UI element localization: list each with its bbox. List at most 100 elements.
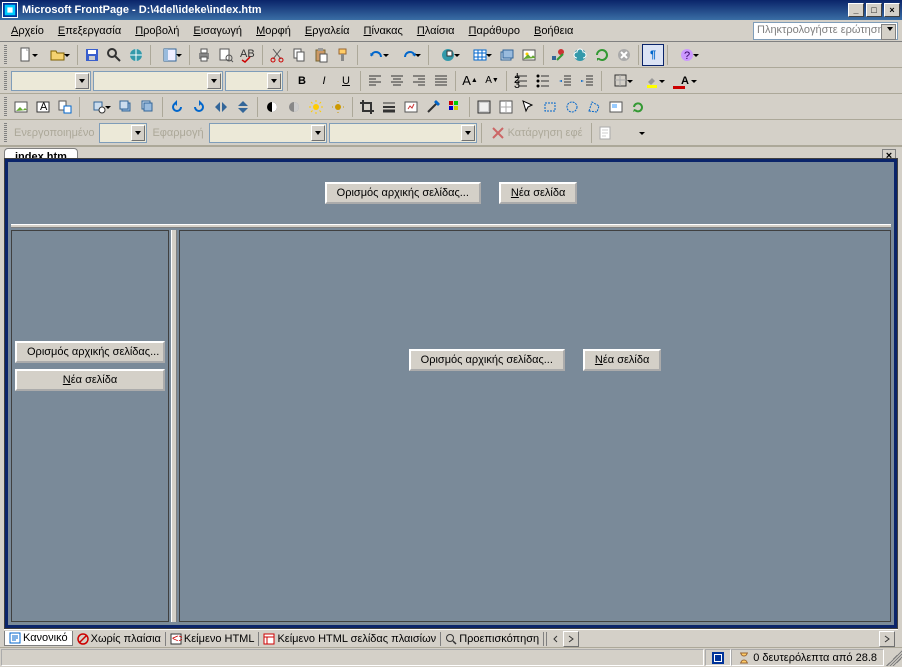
set-initial-page-button[interactable]: Ορισμός αρχικής σελίδας... (15, 341, 165, 363)
toggle-pane-button[interactable] (154, 44, 186, 66)
view-tab-no-frames[interactable]: Χωρίς πλαίσια (73, 632, 166, 646)
format-picture-button[interactable] (400, 96, 422, 118)
align-right-button[interactable] (408, 70, 430, 92)
dhtml-more-button[interactable] (617, 122, 649, 144)
undo-button[interactable] (361, 44, 393, 66)
search-button[interactable] (103, 44, 125, 66)
insert-table-button[interactable] (464, 44, 496, 66)
position-absolute-button[interactable] (83, 96, 115, 118)
highlight-button[interactable] (637, 70, 669, 92)
menu-table[interactable]: Πίνακας (357, 23, 410, 39)
menu-insert[interactable]: Εισαγωγή (186, 23, 249, 39)
open-button[interactable] (42, 44, 74, 66)
menu-view[interactable]: Προβολή (128, 23, 186, 39)
font-color-button[interactable]: A (669, 70, 701, 92)
style-combo[interactable] (11, 71, 91, 91)
toolbar-grip[interactable] (4, 45, 7, 65)
scroll-left-button[interactable] (549, 632, 563, 646)
numbered-list-button[interactable]: 123 (510, 70, 532, 92)
bevel-button[interactable] (473, 96, 495, 118)
frame-main[interactable]: Ορισμός αρχικής σελίδας... Νέα σελίδα (179, 230, 891, 622)
new-page-button[interactable]: Νέα σελίδα (15, 369, 165, 391)
hotspot-circle-button[interactable] (561, 96, 583, 118)
bring-forward-button[interactable] (115, 96, 137, 118)
insert-picture-button[interactable] (518, 44, 540, 66)
view-tab-preview[interactable]: Προεπισκόπηση (441, 632, 544, 646)
align-justify-button[interactable] (430, 70, 452, 92)
menu-window[interactable]: Παράθυρο (462, 23, 527, 39)
horizontal-splitter[interactable] (11, 224, 891, 228)
maximize-button[interactable]: □ (866, 3, 882, 17)
hotspot-polygon-button[interactable] (583, 96, 605, 118)
increase-indent-button[interactable] (576, 70, 598, 92)
scroll-right-end-button[interactable] (879, 631, 895, 647)
flip-horizontal-button[interactable] (210, 96, 232, 118)
enabled-combo[interactable] (99, 123, 147, 143)
show-all-button[interactable]: ¶ (642, 44, 664, 66)
menu-help[interactable]: Βοήθεια (527, 23, 580, 39)
borders-button[interactable] (605, 70, 637, 92)
color-button[interactable] (444, 96, 466, 118)
bullet-list-button[interactable] (532, 70, 554, 92)
publish-button[interactable] (125, 44, 147, 66)
decrease-font-button[interactable]: A▼ (481, 70, 503, 92)
highlight-dynamic-button[interactable] (595, 122, 617, 144)
frame-top[interactable]: Ορισμός αρχικής σελίδας... Νέα σελίδα (11, 165, 891, 221)
ask-question-box[interactable]: Πληκτρολογήστε ερώτηση (753, 22, 898, 40)
apply-combo[interactable] (209, 123, 327, 143)
web-component-button[interactable] (432, 44, 464, 66)
refresh-button[interactable] (591, 44, 613, 66)
more-brightness-button[interactable] (305, 96, 327, 118)
close-button[interactable]: × (884, 3, 900, 17)
insert-pic-file-button[interactable] (10, 96, 32, 118)
menu-frames[interactable]: Πλαίσια (410, 23, 462, 39)
hotspot-rect-button[interactable] (539, 96, 561, 118)
resample-button[interactable] (495, 96, 517, 118)
drawing-button[interactable] (547, 44, 569, 66)
remove-effect-icon[interactable]: Κατάργηση εφέ (485, 122, 588, 144)
menu-format[interactable]: Μορφή (249, 23, 298, 39)
frame-left[interactable]: Ορισμός αρχικής σελίδας... Νέα σελίδα (11, 230, 169, 622)
new-page-button[interactable]: Νέα σελίδα (583, 349, 661, 371)
stop-button[interactable] (613, 44, 635, 66)
line-style-button[interactable] (378, 96, 400, 118)
increase-font-button[interactable]: A▲ (459, 70, 481, 92)
rotate-right-button[interactable] (188, 96, 210, 118)
select-button[interactable] (517, 96, 539, 118)
less-contrast-button[interactable] (283, 96, 305, 118)
auto-thumbnail-button[interactable] (54, 96, 76, 118)
crop-button[interactable] (356, 96, 378, 118)
view-tab-html[interactable]: <> Κείμενο HTML (166, 632, 260, 646)
resize-grip[interactable] (886, 650, 902, 666)
menu-edit[interactable]: Επεξεργασία (51, 23, 128, 39)
decrease-indent-button[interactable] (554, 70, 576, 92)
view-tab-frames-html[interactable]: Κείμενο HTML σελίδας πλαισίων (259, 632, 441, 646)
spellcheck-button[interactable]: AB (237, 44, 259, 66)
highlight-hotspots-button[interactable] (605, 96, 627, 118)
toolbar-grip[interactable] (4, 71, 7, 91)
flip-vertical-button[interactable] (232, 96, 254, 118)
set-initial-page-button[interactable]: Ορισμός αρχικής σελίδας... (409, 349, 565, 371)
align-left-button[interactable] (364, 70, 386, 92)
rotate-left-button[interactable] (166, 96, 188, 118)
copy-button[interactable] (288, 44, 310, 66)
new-page-button[interactable]: Νέα σελίδα (499, 182, 577, 204)
effect-combo[interactable] (329, 123, 477, 143)
vertical-splitter[interactable] (171, 230, 177, 622)
send-backward-button[interactable] (137, 96, 159, 118)
help-button[interactable]: ? (671, 44, 703, 66)
redo-button[interactable] (393, 44, 425, 66)
cut-button[interactable] (266, 44, 288, 66)
insert-hyperlink-button[interactable] (569, 44, 591, 66)
new-button[interactable] (10, 44, 42, 66)
italic-button[interactable]: I (313, 70, 335, 92)
restore-button[interactable] (627, 96, 649, 118)
less-brightness-button[interactable] (327, 96, 349, 118)
view-tab-normal[interactable]: Κανονικό (4, 631, 73, 646)
text-button[interactable]: A (32, 96, 54, 118)
frameset[interactable]: Ορισμός αρχικής σελίδας... Νέα σελίδα Ορ… (5, 159, 897, 628)
format-painter-button[interactable] (332, 44, 354, 66)
toolbar-grip[interactable] (4, 97, 7, 117)
align-center-button[interactable] (386, 70, 408, 92)
underline-button[interactable]: U (335, 70, 357, 92)
